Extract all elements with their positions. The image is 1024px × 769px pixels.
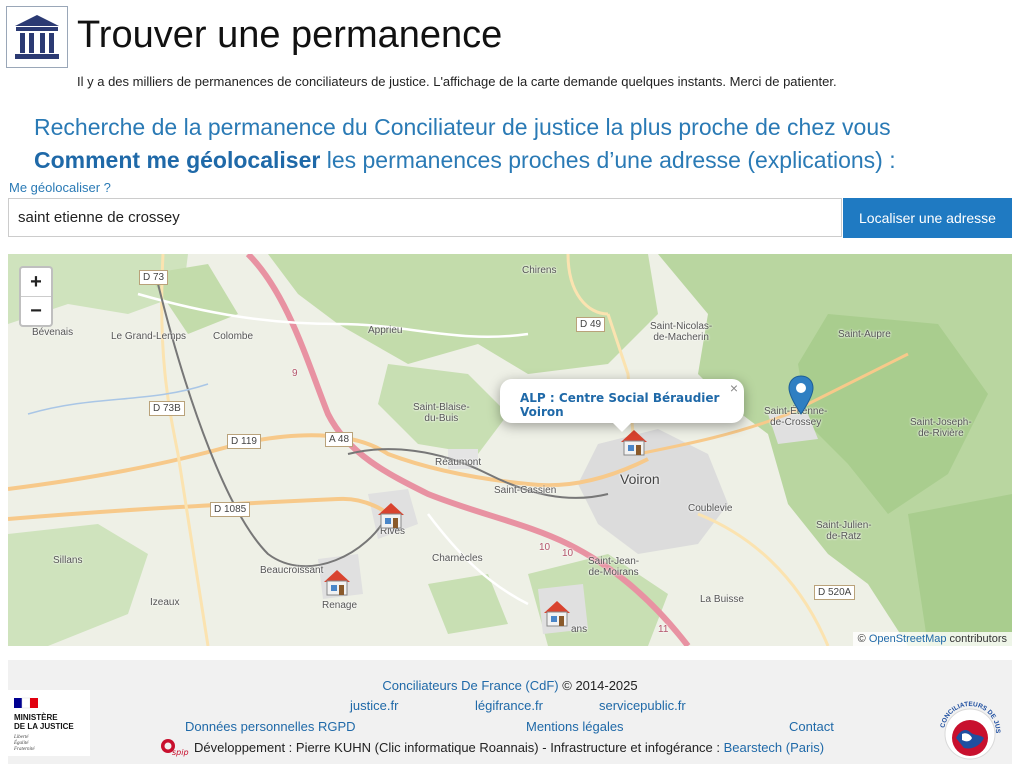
site-logo[interactable] [6, 6, 68, 68]
legal-notice-link[interactable]: Mentions légales [526, 719, 624, 734]
place-label: Sillans [53, 555, 83, 566]
road-label: D 119 [227, 434, 261, 449]
place-label: Charnècles [432, 553, 483, 564]
courthouse-columns-icon [15, 15, 59, 59]
spip-logo-text: spip [172, 748, 189, 757]
footer: Conciliateurs De France (CdF) © 2014-202… [8, 660, 1012, 764]
place-label: Bévenais [32, 327, 74, 338]
road-label: D 73 [139, 270, 169, 285]
house-marker-icon[interactable] [376, 500, 406, 530]
motorway-exit-label: 11 [658, 624, 669, 635]
road-label: D 1085 [210, 502, 251, 517]
osm-link[interactable]: OpenStreetMap [869, 633, 947, 645]
footer-copyright: Conciliateurs De France (CdF) © 2014-202… [8, 678, 1012, 693]
contact-link[interactable]: Contact [789, 719, 834, 734]
place-label: Le Grand-Lemps [111, 331, 187, 342]
zoom-control: + − [19, 266, 53, 327]
place-label: Saint-Blaise- du-Buis [413, 402, 470, 424]
zoom-in-button[interactable]: + [21, 268, 51, 296]
map-view[interactable]: + − Chirens Bévenais Le Grand-Lemps Colo… [8, 254, 1012, 646]
legifrance-link[interactable]: légifrance.fr [475, 698, 543, 713]
geolocate-explanation[interactable]: Comment me géolocaliser les permanences … [34, 146, 896, 174]
map-attribution: © OpenStreetMap contributors [852, 632, 1012, 646]
place-label: Réaumont [435, 457, 482, 468]
attribution-contributors: contributors [946, 633, 1007, 645]
developer-credits: Développement : Pierre KUHN (Clic inform… [194, 740, 824, 755]
attribution-copyright: © [857, 633, 866, 645]
motto-line-2: Égalité [13, 740, 29, 746]
geolocate-link[interactable]: Me géolocaliser ? [9, 180, 111, 195]
house-marker-icon[interactable] [542, 598, 572, 628]
page-title: Trouver une permanence [77, 14, 503, 56]
locate-address-button[interactable]: Localiser une adresse [843, 198, 1012, 238]
search-heading: Recherche de la permanence du Conciliate… [34, 114, 891, 140]
map-pin-icon[interactable] [788, 375, 814, 415]
geolocate-explanation-rest: les permanences proches d’une adresse (e… [320, 147, 896, 173]
place-label: Saint-Aupre [838, 329, 891, 340]
place-label: Beaucroissant [260, 565, 324, 576]
map-tiles[interactable] [8, 254, 1012, 646]
house-marker-icon[interactable] [322, 567, 352, 597]
road-label: D 49 [576, 317, 606, 332]
motto-line-3: Fraternité [13, 747, 35, 752]
popup-tip [612, 422, 632, 432]
rgpd-link[interactable]: Données personnelles RGPD [185, 719, 356, 734]
ministere-line-2: DE LA JUSTICE [14, 722, 74, 731]
conciliateurs-logo[interactable]: CONCILIATEURS DE JUSTICE [932, 687, 1006, 764]
spip-logo-icon[interactable]: spip [160, 738, 190, 758]
loading-notice: Il y a des milliers de permanences de co… [77, 74, 837, 89]
ministere-line-1: MINISTÈRE [14, 713, 58, 722]
road-label: D 520A [814, 585, 856, 600]
motorway-exit-label: 10 [562, 548, 574, 559]
place-label: Saint-Julien- de-Ratz [816, 520, 872, 542]
map-popup: ALP : Centre Social Béraudier Voiron × [500, 379, 744, 432]
place-label: Saint-Jean- de-Moirans [588, 556, 640, 578]
place-label: Voiron [620, 471, 660, 487]
place-label: Saint-Joseph- de-Rivière [910, 417, 972, 439]
place-label: Saint-Nicolas- de-Macherin [650, 321, 713, 343]
address-search-input[interactable] [8, 198, 842, 237]
road-label: D 73B [149, 401, 185, 416]
conciliateurs-emblem-icon: CONCILIATEURS DE JUSTICE [932, 687, 1001, 760]
place-label: Apprieu [368, 325, 403, 336]
developer-text: Développement : Pierre KUHN (Clic inform… [194, 740, 724, 755]
justice-link[interactable]: justice.fr [350, 698, 398, 713]
place-label: Renage [322, 600, 358, 611]
motorway-exit-label: 10 [539, 542, 551, 553]
copyright-text: © 2014-2025 [558, 678, 638, 693]
bearstech-link[interactable]: Bearstech (Paris) [724, 740, 824, 755]
motto-line-1: Liberté [13, 735, 29, 740]
geolocate-explanation-bold[interactable]: Comment me géolocaliser [34, 147, 320, 173]
motorway-exit-label: 9 [292, 368, 298, 379]
place-label: Colombe [213, 331, 254, 342]
zoom-out-button[interactable]: − [21, 296, 51, 325]
popup-close-button[interactable]: × [730, 380, 738, 396]
place-label: Saint-Cassien [494, 485, 557, 496]
place-label: Coublevie [688, 503, 733, 514]
place-label: Chirens [522, 265, 557, 276]
place-label: Izeaux [150, 597, 180, 608]
ministere-justice-logo[interactable]: MINISTÈRE DE LA JUSTICE Liberté Égalité … [8, 690, 90, 756]
popup-title: ALP : Centre Social Béraudier Voiron [520, 391, 720, 419]
cdf-link[interactable]: Conciliateurs De France (CdF) [382, 678, 558, 693]
place-label: ans [571, 624, 588, 635]
road-label: A 48 [325, 432, 354, 447]
marianne-logo-icon: MINISTÈRE DE LA JUSTICE Liberté Égalité … [13, 697, 74, 752]
place-label: La Buisse [700, 594, 744, 605]
servicepublic-link[interactable]: servicepublic.fr [599, 698, 686, 713]
